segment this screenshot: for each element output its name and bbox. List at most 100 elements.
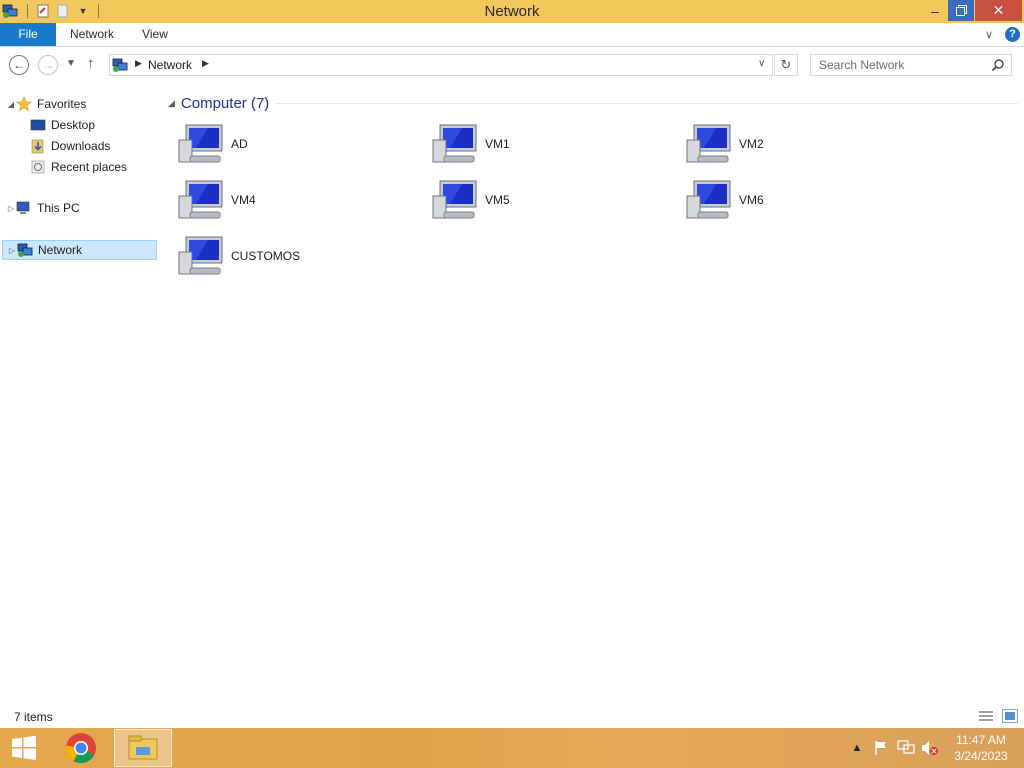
computer-icon (178, 124, 223, 163)
quick-access-toolbar: ▼ (24, 3, 102, 19)
taskbar-clock[interactable]: 11:47 AM 3/24/2023 (946, 732, 1016, 764)
collapse-arrow-icon[interactable]: ◢ (6, 100, 16, 109)
chrome-icon (65, 733, 96, 764)
computer-tile[interactable]: AD (162, 120, 392, 168)
search-icon[interactable] (991, 58, 1005, 72)
large-icons-view-icon[interactable] (1002, 709, 1018, 723)
network-status-icon[interactable] (896, 728, 916, 768)
forward-arrow-icon: → (42, 58, 54, 72)
computer-tile[interactable]: VM5 (416, 176, 646, 224)
computer-tile[interactable]: VM2 (670, 120, 900, 168)
computer-name: VM1 (485, 137, 510, 151)
search-box[interactable] (810, 54, 1012, 76)
minimize-icon: – (931, 2, 939, 19)
address-bar[interactable]: ▶ Network ▶ ∨ (109, 54, 773, 76)
action-center-flag-icon[interactable] (872, 728, 890, 768)
up-arrow-icon[interactable]: ↑ (87, 55, 95, 72)
navigation-pane: ◢ Favorites Desktop Downloads Recent pla… (0, 88, 160, 708)
sidebar-item-this-pc[interactable]: ▷ This PC (6, 198, 80, 218)
computer-tile[interactable]: VM6 (670, 176, 900, 224)
refresh-button[interactable]: ↻ (774, 54, 798, 76)
address-history-chevron-icon[interactable]: ∨ (758, 58, 765, 69)
star-icon (16, 96, 32, 112)
recent-places-icon (30, 159, 46, 175)
taskbar: ▲ 11:47 AM 3/24/2023 (0, 728, 1024, 768)
restore-icon (955, 3, 967, 19)
content-pane: ◢ Computer (7) AD VM1 VM2 VM4 VM5 VM6 CU… (162, 88, 1024, 708)
details-view-icon[interactable] (978, 709, 994, 723)
restore-button[interactable] (948, 0, 974, 21)
expand-ribbon-chevron-icon[interactable]: ∨ (985, 28, 993, 41)
group-divider (276, 103, 1018, 104)
help-icon[interactable]: ? (1005, 27, 1020, 42)
computer-name: VM6 (739, 193, 764, 207)
minimize-button[interactable]: – (922, 0, 948, 21)
navigation-bar: ← → ▼ ↑ ▶ Network ▶ ∨ ↻ (0, 48, 1024, 82)
tab-view[interactable]: View (133, 23, 177, 46)
properties-icon[interactable] (35, 3, 51, 19)
computer-icon (432, 124, 477, 163)
show-hidden-icons-chevron-icon[interactable]: ▲ (850, 728, 864, 768)
start-button[interactable] (4, 732, 44, 764)
sidebar-item-label: Network (38, 243, 83, 257)
breadcrumb-chevron-icon[interactable]: ▶ (202, 58, 209, 69)
computer-icon (178, 236, 223, 275)
computer-tile[interactable]: CUSTOMOS (162, 232, 392, 280)
breadcrumb-chevron-icon[interactable]: ▶ (135, 58, 142, 69)
computer-name: CUSTOMOS (231, 249, 301, 263)
close-button[interactable]: ✕ (975, 0, 1022, 21)
network-icon (112, 57, 128, 73)
recent-locations-chevron-icon[interactable]: ▼ (66, 58, 76, 69)
sidebar-item-label: Desktop (51, 118, 96, 132)
sidebar-item-label: This PC (37, 201, 80, 215)
taskbar-chrome[interactable] (52, 729, 110, 767)
status-bar: 7 items (0, 706, 1024, 728)
network-icon (17, 242, 33, 258)
computer-name: VM2 (739, 137, 764, 151)
window-title: Network (484, 3, 540, 20)
downloads-icon (30, 138, 46, 154)
tab-file[interactable]: File (0, 23, 56, 46)
tab-network[interactable]: Network (62, 23, 122, 46)
back-button[interactable]: ← (9, 55, 29, 75)
computer-tile[interactable]: VM4 (162, 176, 392, 224)
computer-tile[interactable]: VM1 (416, 120, 646, 168)
computer-name: AD (231, 137, 248, 151)
refresh-icon: ↻ (780, 57, 792, 72)
windows-logo-icon (12, 735, 36, 760)
sidebar-item-network[interactable]: ▷ Network (2, 240, 157, 260)
breadcrumb-network[interactable]: Network (148, 58, 192, 72)
network-icon[interactable] (2, 3, 18, 19)
title-bar: ▼ Network – ✕ (0, 0, 1024, 23)
group-header-computer[interactable]: ◢ Computer (7) (168, 94, 269, 112)
collapse-arrow-icon[interactable]: ◢ (168, 98, 175, 109)
taskbar-file-explorer[interactable] (114, 729, 172, 767)
sidebar-item-downloads[interactable]: Downloads (30, 136, 110, 156)
computer-icon (686, 180, 731, 219)
computer-icon (432, 180, 477, 219)
item-count: 7 items (14, 710, 53, 724)
volume-muted-icon[interactable] (920, 728, 940, 768)
sidebar-item-favorites[interactable]: ◢ Favorites (6, 94, 86, 114)
search-input[interactable] (811, 55, 989, 75)
sidebar-item-label: Favorites (37, 97, 87, 111)
new-folder-icon[interactable] (55, 3, 71, 19)
customize-toolbar-chevron-icon[interactable]: ▼ (75, 3, 91, 19)
clock-time: 11:47 AM (956, 733, 1006, 747)
desktop-icon (30, 117, 46, 133)
sidebar-item-desktop[interactable]: Desktop (30, 115, 95, 135)
ribbon: File Network View ∨ ? (0, 23, 1024, 47)
sidebar-item-label: Recent places (51, 160, 128, 174)
computer-icon (16, 200, 32, 216)
back-arrow-icon: ← (13, 58, 25, 72)
sidebar-item-recent-places[interactable]: Recent places (30, 157, 127, 177)
forward-button[interactable]: → (38, 55, 58, 75)
clock-date: 3/24/2023 (954, 749, 1008, 763)
computer-name: VM4 (231, 193, 256, 207)
computer-name: VM5 (485, 193, 510, 207)
computer-icon (178, 180, 223, 219)
computer-icon (686, 124, 731, 163)
group-label: Computer (7) (180, 94, 270, 112)
expand-arrow-icon[interactable]: ▷ (7, 246, 17, 255)
expand-arrow-icon[interactable]: ▷ (6, 204, 16, 213)
